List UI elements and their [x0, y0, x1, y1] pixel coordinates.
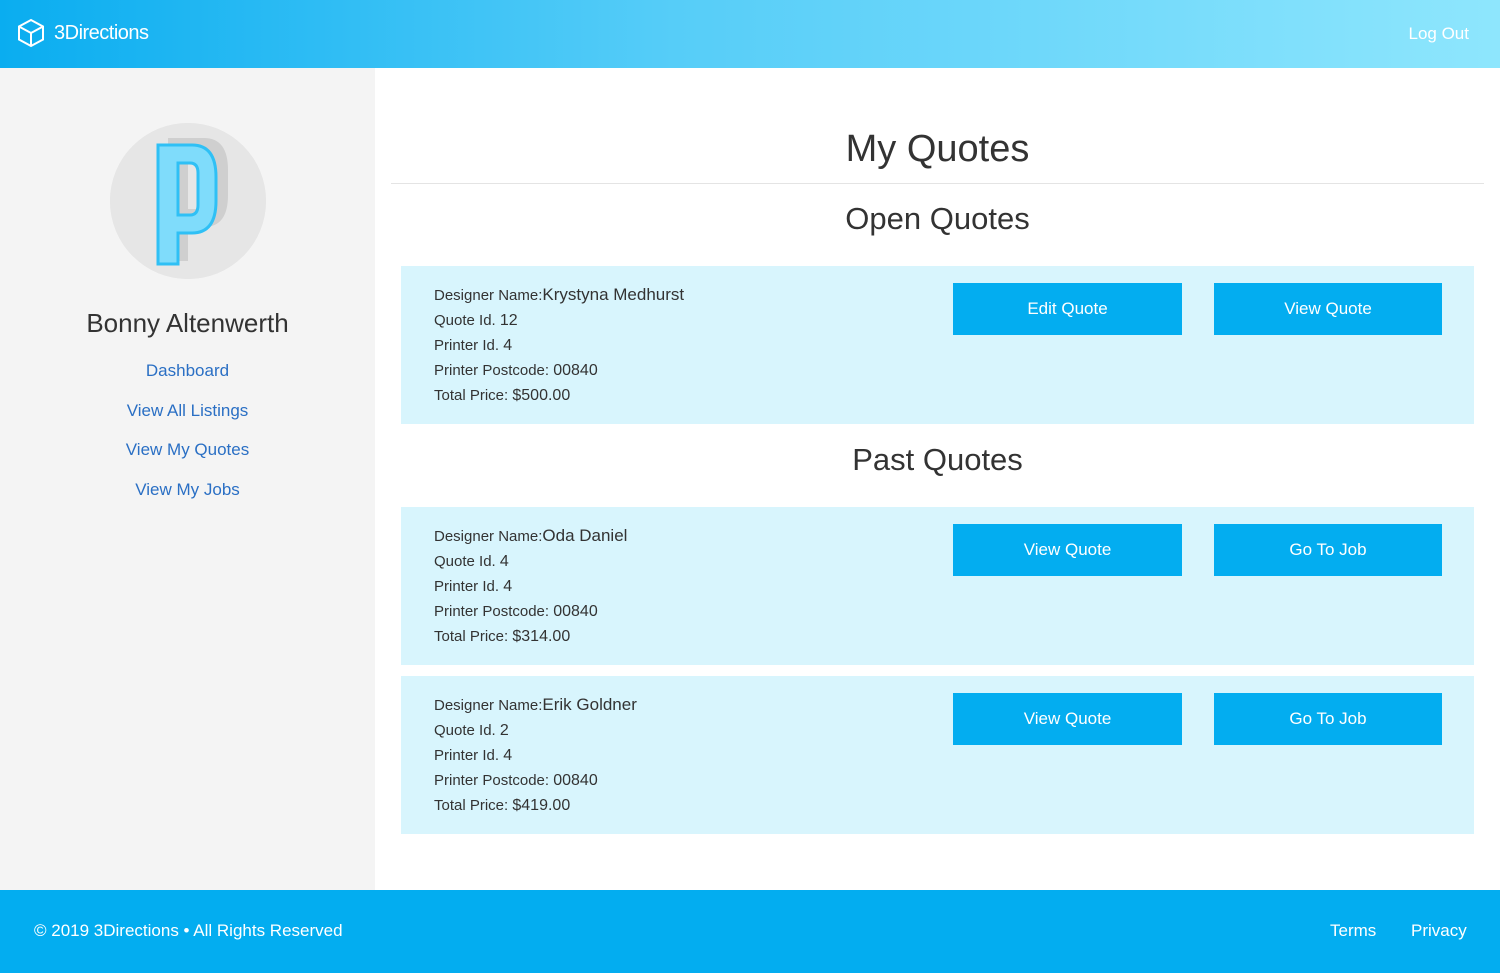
user-name: Bonny Altenwerth	[86, 308, 289, 338]
quote-id-label: Quote Id.	[434, 312, 500, 329]
quote-id-row: Quote Id. 12	[434, 308, 684, 333]
sidebar-item-dashboard[interactable]: Dashboard	[0, 360, 375, 400]
brand-name: 3Directions	[54, 21, 149, 44]
designer-name-value: Krystyna Medhurst	[542, 285, 685, 304]
designer-name-row: Designer Name:Erik Goldner	[434, 692, 637, 718]
cube-icon	[18, 18, 44, 48]
total-price-label: Total Price:	[434, 628, 513, 645]
footer: © 2019 3Directions • All Rights Reserved…	[0, 890, 1500, 973]
past-quote-card: Designer Name:Erik Goldner Quote Id. 2 P…	[401, 676, 1474, 834]
printer-id-row: Printer Id. 4	[434, 743, 637, 768]
printer-postcode-row: Printer Postcode: 00840	[434, 599, 627, 624]
avatar	[110, 123, 266, 279]
quote-id-label: Quote Id.	[434, 722, 500, 739]
go-to-job-button[interactable]: Go To Job	[1214, 693, 1442, 745]
designer-name-row: Designer Name:Oda Daniel	[434, 523, 627, 549]
total-price-label: Total Price:	[434, 387, 513, 404]
printer-postcode-row: Printer Postcode: 00840	[434, 768, 637, 793]
sidebar-item-view-my-jobs[interactable]: View My Jobs	[0, 479, 375, 519]
quote-details: Designer Name:Erik Goldner Quote Id. 2 P…	[434, 692, 637, 818]
page-title: My Quotes	[845, 128, 1030, 170]
quote-id-row: Quote Id. 4	[434, 549, 627, 574]
main-content: My Quotes Open Quotes Designer Name:Krys…	[375, 68, 1500, 890]
total-price-row: Total Price: $500.00	[434, 383, 684, 408]
copyright-text: © 2019 3Directions • All Rights Reserved	[34, 921, 343, 940]
terms-link[interactable]: Terms	[1330, 921, 1376, 941]
sidebar-nav: Dashboard View All Listings View My Quot…	[0, 360, 375, 518]
letter-p-avatar-icon	[110, 123, 266, 279]
designer-name-value: Erik Goldner	[542, 695, 637, 714]
printer-postcode-label: Printer Postcode:	[434, 603, 554, 620]
printer-postcode-value: 00840	[553, 772, 598, 789]
go-to-job-button[interactable]: Go To Job	[1214, 524, 1442, 576]
brand-link[interactable]: 3Directions	[17, 18, 149, 48]
printer-id-row: Printer Id. 4	[434, 574, 627, 599]
designer-name-value: Oda Daniel	[542, 526, 628, 545]
total-price-row: Total Price: $419.00	[434, 793, 637, 818]
open-quotes-heading: Open Quotes	[845, 201, 1030, 236]
privacy-link[interactable]: Privacy	[1411, 921, 1467, 941]
sidebar-item-view-my-quotes[interactable]: View My Quotes	[0, 439, 375, 479]
designer-name-row: Designer Name:Krystyna Medhurst	[434, 282, 684, 308]
printer-id-value: 4	[503, 337, 513, 354]
printer-postcode-label: Printer Postcode:	[434, 362, 554, 379]
edit-quote-button[interactable]: Edit Quote	[953, 283, 1182, 335]
open-quote-card: Designer Name:Krystyna Medhurst Quote Id…	[401, 266, 1474, 424]
past-quote-card: Designer Name:Oda Daniel Quote Id. 4 Pri…	[401, 507, 1474, 665]
logout-link[interactable]: Log Out	[1409, 24, 1470, 44]
total-price-value: $500.00	[512, 387, 571, 404]
view-quote-button[interactable]: View Quote	[953, 524, 1182, 576]
total-price-value: $419.00	[512, 797, 571, 814]
quote-id-value: 2	[499, 722, 509, 739]
printer-id-row: Printer Id. 4	[434, 333, 684, 358]
printer-postcode-value: 00840	[553, 362, 598, 379]
sidebar: Bonny Altenwerth Dashboard View All List…	[0, 68, 375, 890]
printer-id-value: 4	[503, 747, 513, 764]
view-quote-button[interactable]: View Quote	[1214, 283, 1442, 335]
quote-id-row: Quote Id. 2	[434, 718, 637, 743]
total-price-row: Total Price: $314.00	[434, 624, 627, 649]
printer-postcode-row: Printer Postcode: 00840	[434, 358, 684, 383]
total-price-value: $314.00	[512, 628, 571, 645]
printer-id-label: Printer Id.	[434, 747, 504, 764]
quote-id-value: 4	[499, 553, 509, 570]
title-divider	[391, 183, 1484, 184]
printer-id-value: 4	[503, 578, 513, 595]
top-navbar: 3Directions Log Out	[0, 0, 1500, 68]
total-price-label: Total Price:	[434, 797, 513, 814]
printer-postcode-value: 00840	[553, 603, 598, 620]
past-quotes-heading: Past Quotes	[852, 442, 1023, 477]
designer-name-label: Designer Name:	[434, 287, 543, 304]
printer-id-label: Printer Id.	[434, 337, 504, 354]
quote-id-label: Quote Id.	[434, 553, 500, 570]
quote-id-value: 12	[499, 312, 518, 329]
designer-name-label: Designer Name:	[434, 697, 543, 714]
quote-details: Designer Name:Krystyna Medhurst Quote Id…	[434, 282, 684, 408]
printer-postcode-label: Printer Postcode:	[434, 772, 554, 789]
quote-details: Designer Name:Oda Daniel Quote Id. 4 Pri…	[434, 523, 627, 649]
printer-id-label: Printer Id.	[434, 578, 504, 595]
designer-name-label: Designer Name:	[434, 528, 543, 545]
sidebar-item-view-all-listings[interactable]: View All Listings	[0, 400, 375, 440]
view-quote-button[interactable]: View Quote	[953, 693, 1182, 745]
